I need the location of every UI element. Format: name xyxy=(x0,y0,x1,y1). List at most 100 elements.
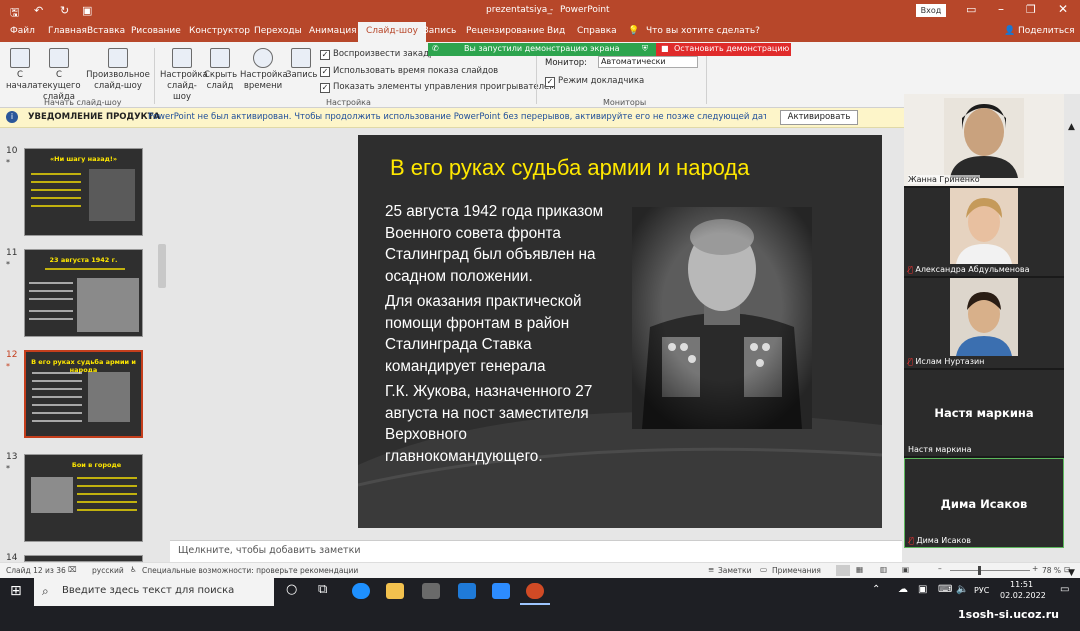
cortana-icon[interactable]: ○ xyxy=(286,582,297,597)
play-narrations-checkbox[interactable]: Воспроизвести закадр xyxy=(320,49,434,60)
redo-icon[interactable]: ↻ xyxy=(60,4,69,17)
tab-design[interactable]: Конструктор xyxy=(189,26,250,36)
tab-draw[interactable]: Рисование xyxy=(131,26,181,36)
participant-tile[interactable]: Жанна Гриненко xyxy=(904,94,1064,186)
slide-thumbnail-10[interactable]: «Ни шагу назад!» xyxy=(24,148,143,236)
zoom-in-icon[interactable]: + xyxy=(1032,564,1038,573)
zoom-out-icon[interactable]: – xyxy=(938,564,942,573)
edge-icon[interactable] xyxy=(352,583,370,599)
ribbon-display-icon[interactable]: ▭ xyxy=(966,3,976,16)
setup-show-button[interactable]: Настройка слайд-шоу xyxy=(160,48,208,103)
slide-thumbnail-14[interactable] xyxy=(24,555,143,562)
notifications-icon[interactable]: ▭ xyxy=(1060,584,1069,595)
tab-transitions[interactable]: Переходы xyxy=(254,26,302,36)
people-icon[interactable]: ⌃ xyxy=(872,584,880,595)
participant-tile-active[interactable]: Дима Исаков 🎙̸ Дима Исаков xyxy=(904,458,1064,548)
mail-icon[interactable] xyxy=(458,583,476,599)
comments-toggle[interactable]: Примечания xyxy=(772,566,821,575)
sorter-view-icon[interactable]: ▦ xyxy=(856,565,863,574)
screen-share-banner: ✆ Вы запустили демонстрацию экрана ⛨ xyxy=(428,43,656,56)
tab-animations[interactable]: Анимация xyxy=(309,26,357,36)
title-bar: 🖫 ↶ ↻ ▣ prezentatsiya_ - PowerPoint Вход… xyxy=(0,0,1080,22)
notes-icon[interactable]: ≡ xyxy=(708,565,714,574)
network-icon[interactable]: ⌨ xyxy=(938,584,952,595)
activate-button[interactable]: Активировать xyxy=(780,110,858,125)
participant-tile[interactable]: 🎙̸ Александра Абдульменова xyxy=(904,188,1064,276)
participant-name: 🎙̸ Ислам Нуртазин xyxy=(908,357,984,366)
tab-file[interactable]: Файл xyxy=(10,26,35,36)
slide-thumbnail-13[interactable]: Бои в городе xyxy=(24,454,143,542)
thumb-text-line xyxy=(77,493,137,495)
clock-time[interactable]: 11:51 xyxy=(1010,580,1033,589)
minimize-icon[interactable]: – xyxy=(998,2,1004,16)
hide-slide-button[interactable]: Скрыть слайд xyxy=(204,48,237,92)
volume-icon[interactable]: 🔈 xyxy=(956,584,968,595)
save-icon[interactable]: 🖫 xyxy=(10,4,19,23)
undo-icon[interactable]: ↶ xyxy=(34,4,43,17)
presenter-view-checkbox[interactable]: Режим докладчика xyxy=(545,76,644,87)
slide-counter: Слайд 12 из 36 xyxy=(6,566,66,575)
notes-pane[interactable]: Щелкните, чтобы добавить заметки xyxy=(170,540,902,562)
from-start-button[interactable]: С начала xyxy=(6,48,38,92)
accessibility-icon[interactable]: ♿ xyxy=(130,565,137,574)
tab-help[interactable]: Справка xyxy=(577,26,617,36)
tab-review[interactable]: Рецензирование xyxy=(466,26,544,36)
rehearse-label: Настройка времени xyxy=(240,70,288,91)
accessibility-status[interactable]: Специальные возможности: проверьте реком… xyxy=(142,566,358,575)
input-language[interactable]: РУС xyxy=(974,586,989,595)
login-button[interactable]: Вход xyxy=(916,4,946,17)
zoom-slider-thumb[interactable] xyxy=(978,566,981,575)
tab-insert[interactable]: Вставка xyxy=(87,26,125,36)
thumbnail-scrollbar[interactable] xyxy=(158,244,166,288)
participant-tile[interactable]: 🎙̸ Ислам Нуртазин xyxy=(904,278,1064,368)
use-timings-checkbox[interactable]: Использовать время показа слайдов xyxy=(320,66,498,77)
scroll-up-icon[interactable]: ▲ xyxy=(1068,122,1075,132)
zoom-app-icon[interactable] xyxy=(492,583,510,599)
monitor-select[interactable]: Автоматически xyxy=(598,56,698,68)
tray-icon[interactable]: ▣ xyxy=(918,584,927,595)
store-icon[interactable] xyxy=(422,583,440,599)
maximize-icon[interactable]: ❐ xyxy=(1026,3,1036,16)
tab-home[interactable]: Главная xyxy=(48,26,87,36)
slide-thumbnail-11[interactable]: 23 августа 1942 г. xyxy=(24,249,143,337)
custom-show-button[interactable]: Произвольное слайд-шоу xyxy=(86,48,150,92)
comments-icon[interactable]: ▭ xyxy=(760,565,767,574)
tab-view[interactable]: Вид xyxy=(547,26,565,36)
zoom-slider[interactable] xyxy=(950,570,1030,571)
slide-thumbnail-12[interactable]: В его руках судьба армии и народа xyxy=(24,350,143,438)
record-button[interactable]: Запись xyxy=(286,48,317,81)
from-current-button[interactable]: С текущего слайда xyxy=(36,48,82,103)
slideshow-view-icon[interactable]: ▣ xyxy=(902,565,909,574)
close-icon[interactable]: ✕ xyxy=(1058,2,1068,16)
tell-me-search[interactable]: Что вы хотите сделать? xyxy=(646,26,760,36)
scroll-down-icon[interactable]: ▼ xyxy=(1068,568,1075,578)
slideshow-quick-icon[interactable]: ▣ xyxy=(82,4,92,17)
reading-view-icon[interactable]: ▥ xyxy=(880,565,887,574)
normal-view-icon[interactable] xyxy=(836,565,850,576)
share-button[interactable]: Поделиться xyxy=(1018,26,1075,36)
windows-start-icon[interactable]: ⊞ xyxy=(10,583,22,599)
language-indicator[interactable]: русский xyxy=(92,566,124,575)
thumb-text-line xyxy=(77,485,137,487)
powerpoint-icon[interactable] xyxy=(526,583,544,599)
zoom-level[interactable]: 78 % xyxy=(1042,566,1061,575)
rehearse-button[interactable]: Настройка времени xyxy=(240,48,288,92)
show-controls-checkbox[interactable]: Показать элементы управления проигрывате… xyxy=(320,82,556,93)
spellcheck-icon[interactable]: ⌧ xyxy=(68,565,77,574)
star-icon: * xyxy=(6,362,10,371)
info-icon: i xyxy=(6,111,18,123)
share-icon[interactable]: 👤 xyxy=(1004,26,1015,36)
participant-tile[interactable]: Настя маркина Настя маркина xyxy=(904,370,1064,456)
notes-toggle[interactable]: Заметки xyxy=(718,566,751,575)
file-explorer-icon[interactable] xyxy=(386,583,404,599)
tab-slideshow[interactable]: Слайд-шоу xyxy=(358,22,426,42)
current-slide[interactable]: В его руках судьба армии и народа 25 авг… xyxy=(358,135,882,528)
taskbar-search-box[interactable]: ⌕ Введите здесь текст для поиска xyxy=(34,578,274,606)
stop-share-button[interactable]: ■ Остановить демонстрацию xyxy=(656,43,791,56)
monitor-label: Монитор: xyxy=(545,58,588,68)
tab-record[interactable]: Запись xyxy=(423,26,456,36)
task-view-icon[interactable]: ⧉ xyxy=(318,582,327,597)
tray-icon[interactable]: ☁ xyxy=(898,584,908,595)
clock-date[interactable]: 02.02.2022 xyxy=(1000,591,1046,600)
document-name: prezentatsiya_ xyxy=(486,5,552,15)
